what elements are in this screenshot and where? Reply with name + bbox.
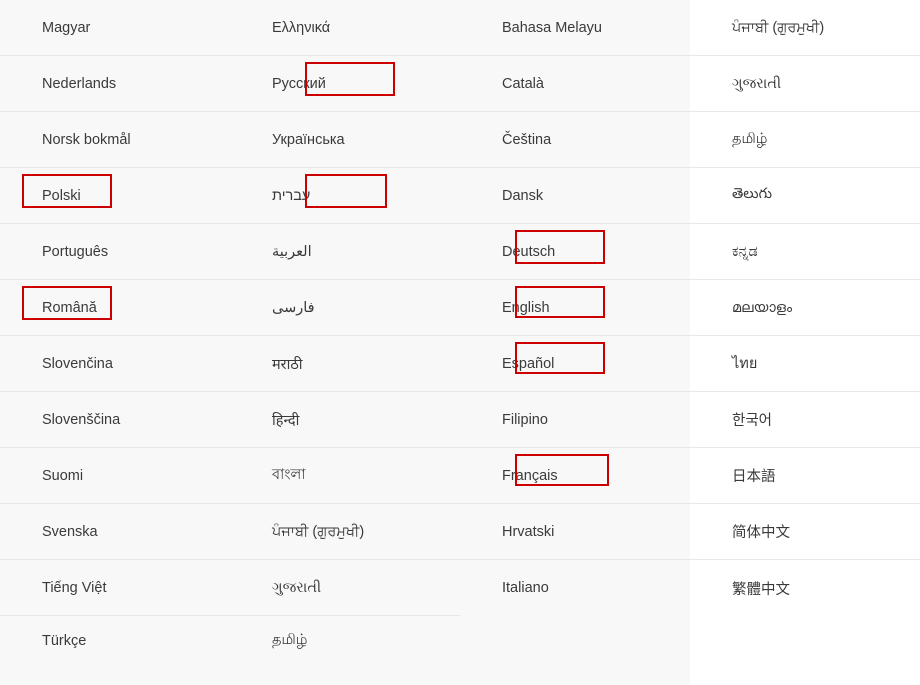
language-item[interactable]: हिन्दी	[230, 392, 460, 448]
language-item[interactable]: தமிழ்	[230, 616, 460, 666]
language-label: Dansk	[502, 188, 543, 204]
language-column-2: Ελληνικά Русский Українська עברית العربي…	[230, 0, 460, 685]
language-label: 한국어	[732, 409, 772, 430]
language-label: தமிழ்	[732, 131, 767, 149]
language-item[interactable]: தமிழ்	[690, 112, 920, 168]
language-label: Magyar	[42, 20, 90, 36]
language-label: मराठी	[272, 354, 303, 374]
language-item[interactable]: Dansk	[460, 168, 690, 224]
language-item[interactable]: ไทย	[690, 336, 920, 392]
language-label: Slovenčina	[42, 356, 113, 372]
language-label: Español	[502, 356, 554, 372]
language-label: 日本語	[732, 465, 776, 486]
language-label: Català	[502, 76, 544, 92]
language-item[interactable]: Français	[460, 448, 690, 504]
language-label: Français	[502, 468, 558, 484]
language-label: ਪੰਜਾਬੀ (ਗੁਰਮੁਖੀ)	[732, 20, 824, 36]
language-label: Русский	[272, 76, 326, 92]
language-label: Norsk bokmål	[42, 132, 131, 148]
language-item[interactable]: Türkçe	[0, 616, 230, 666]
language-label: Italiano	[502, 580, 549, 596]
language-item[interactable]: Català	[460, 56, 690, 112]
language-label: தமிழ்	[272, 632, 307, 650]
language-label: বাংলা	[272, 464, 306, 488]
language-item[interactable]: 繁體中文	[690, 560, 920, 616]
language-label: Suomi	[42, 468, 83, 484]
language-label: Português	[42, 244, 108, 260]
language-item[interactable]: Slovenščina	[0, 392, 230, 448]
language-columns: Magyar Nederlands Norsk bokmål Polski Po…	[0, 0, 920, 685]
language-item[interactable]: 简体中文	[690, 504, 920, 560]
language-item[interactable]: Русский	[230, 56, 460, 112]
language-item[interactable]: ಕನ್ನಡ	[690, 224, 920, 280]
language-column-1: Magyar Nederlands Norsk bokmål Polski Po…	[0, 0, 230, 685]
language-label: Nederlands	[42, 76, 116, 92]
language-label: ਪੰਜਾਬੀ (ਗੁਰਮੁਖੀ)	[272, 524, 364, 540]
language-label: ગુજરાતી	[732, 76, 781, 92]
language-column-4: ਪੰਜਾਬੀ (ਗੁਰਮੁਖੀ) ગુજરાતી தமிழ் తెలుగు ಕನ…	[690, 0, 920, 685]
language-label: English	[502, 300, 550, 316]
language-item[interactable]: Filipino	[460, 392, 690, 448]
language-item[interactable]: ગુજરાતી	[230, 560, 460, 616]
language-item[interactable]: Português	[0, 224, 230, 280]
language-label: Svenska	[42, 524, 98, 540]
language-item[interactable]: Norsk bokmål	[0, 112, 230, 168]
language-label: 简体中文	[732, 521, 790, 542]
language-label: Türkçe	[42, 633, 86, 649]
language-item[interactable]: English	[460, 280, 690, 336]
language-item[interactable]: 한국어	[690, 392, 920, 448]
language-label: Tiếng Việt	[42, 580, 107, 596]
language-label: Čeština	[502, 132, 551, 148]
language-item[interactable]: Nederlands	[0, 56, 230, 112]
language-item[interactable]: Українська	[230, 112, 460, 168]
language-label: Română	[42, 300, 97, 316]
language-item[interactable]: עברית	[230, 168, 460, 224]
language-label: Hrvatski	[502, 524, 554, 540]
language-label: മലയാളം	[732, 300, 792, 316]
language-label: ગુજરાતી	[272, 580, 321, 596]
language-item[interactable]: Ελληνικά	[230, 0, 460, 56]
language-column-3: Bahasa Melayu Català Čeština Dansk Deuts…	[460, 0, 690, 685]
language-label: తెలుగు	[732, 186, 772, 206]
language-label: Filipino	[502, 412, 548, 428]
language-item[interactable]: العربية	[230, 224, 460, 280]
language-item[interactable]: Čeština	[460, 112, 690, 168]
language-label: हिन्दी	[272, 410, 299, 430]
language-item[interactable]: Română	[0, 280, 230, 336]
language-item[interactable]: Slovenčina	[0, 336, 230, 392]
language-label: 繁體中文	[732, 578, 790, 599]
language-label: Deutsch	[502, 244, 555, 260]
language-item[interactable]: ਪੰਜਾਬੀ (ਗੁਰਮੁਖੀ)	[690, 0, 920, 56]
language-label: Bahasa Melayu	[502, 20, 602, 36]
language-label: Slovenščina	[42, 412, 120, 428]
language-item[interactable]: Suomi	[0, 448, 230, 504]
language-item[interactable]: ગુજરાતી	[690, 56, 920, 112]
language-item[interactable]: മലയാളം	[690, 280, 920, 336]
language-item[interactable]: Hrvatski	[460, 504, 690, 560]
language-label: Ελληνικά	[272, 20, 330, 36]
language-item[interactable]: Magyar	[0, 0, 230, 56]
language-item[interactable]: Tiếng Việt	[0, 560, 230, 616]
language-item[interactable]: ਪੰਜਾਬੀ (ਗੁਰਮੁਖੀ)	[230, 504, 460, 560]
language-label: עברית	[272, 188, 310, 204]
language-label: العربية	[272, 244, 312, 260]
language-label: ಕನ್ನಡ	[732, 244, 758, 260]
language-item[interactable]: Deutsch	[460, 224, 690, 280]
language-label: Українська	[272, 132, 345, 148]
language-item[interactable]: বাংলা	[230, 448, 460, 504]
language-label: فارسی	[272, 300, 315, 316]
language-label: ไทย	[732, 352, 757, 375]
language-item[interactable]: Italiano	[460, 560, 690, 616]
language-item[interactable]: Español	[460, 336, 690, 392]
language-item[interactable]: فارسی	[230, 280, 460, 336]
language-item[interactable]: मराठी	[230, 336, 460, 392]
language-item[interactable]: Svenska	[0, 504, 230, 560]
language-item[interactable]: Bahasa Melayu	[460, 0, 690, 56]
language-label: Polski	[42, 188, 81, 204]
language-item[interactable]: తెలుగు	[690, 168, 920, 224]
language-item[interactable]: 日本語	[690, 448, 920, 504]
language-item[interactable]: Polski	[0, 168, 230, 224]
